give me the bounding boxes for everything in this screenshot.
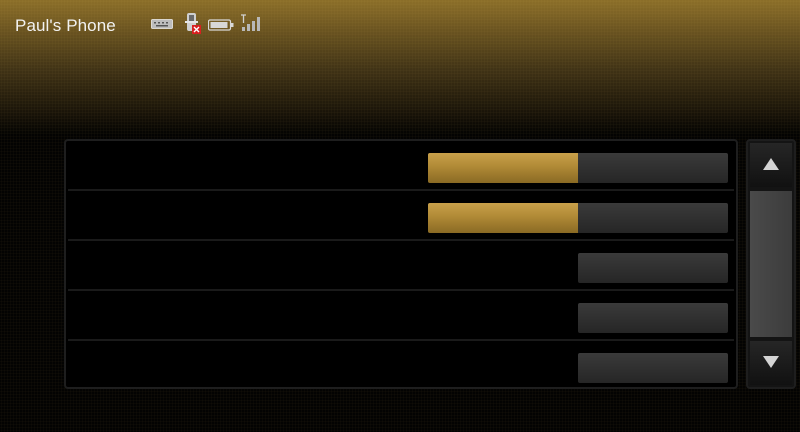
triangle-down-icon (763, 356, 779, 368)
keyboard-icon (151, 19, 173, 29)
battery-icon (208, 19, 234, 31)
scroll-thumb[interactable] (750, 191, 792, 337)
list-row-3[interactable] (68, 243, 734, 291)
list-row-2[interactable] (68, 193, 734, 241)
row-button[interactable] (578, 303, 728, 333)
level-slider[interactable] (428, 153, 728, 183)
level-slider[interactable] (428, 203, 728, 233)
signal-icon (241, 14, 260, 31)
row-button[interactable] (578, 353, 728, 383)
status-bar: Paul's Phone (0, 0, 800, 52)
level-fill (428, 153, 578, 183)
scrollbar[interactable] (746, 139, 796, 389)
scroll-up-button[interactable] (750, 143, 792, 187)
triangle-up-icon (763, 158, 779, 170)
row-button[interactable] (578, 253, 728, 283)
list-row-4[interactable] (68, 293, 734, 341)
level-fill (428, 203, 578, 233)
device-name: Paul's Phone (15, 16, 116, 35)
settings-list (64, 139, 738, 389)
scroll-down-button[interactable] (750, 341, 792, 385)
phone-icon (185, 13, 201, 34)
list-row-1[interactable] (68, 143, 734, 191)
list-row-5[interactable] (68, 343, 734, 391)
screen: Paul's Phone (0, 0, 800, 432)
